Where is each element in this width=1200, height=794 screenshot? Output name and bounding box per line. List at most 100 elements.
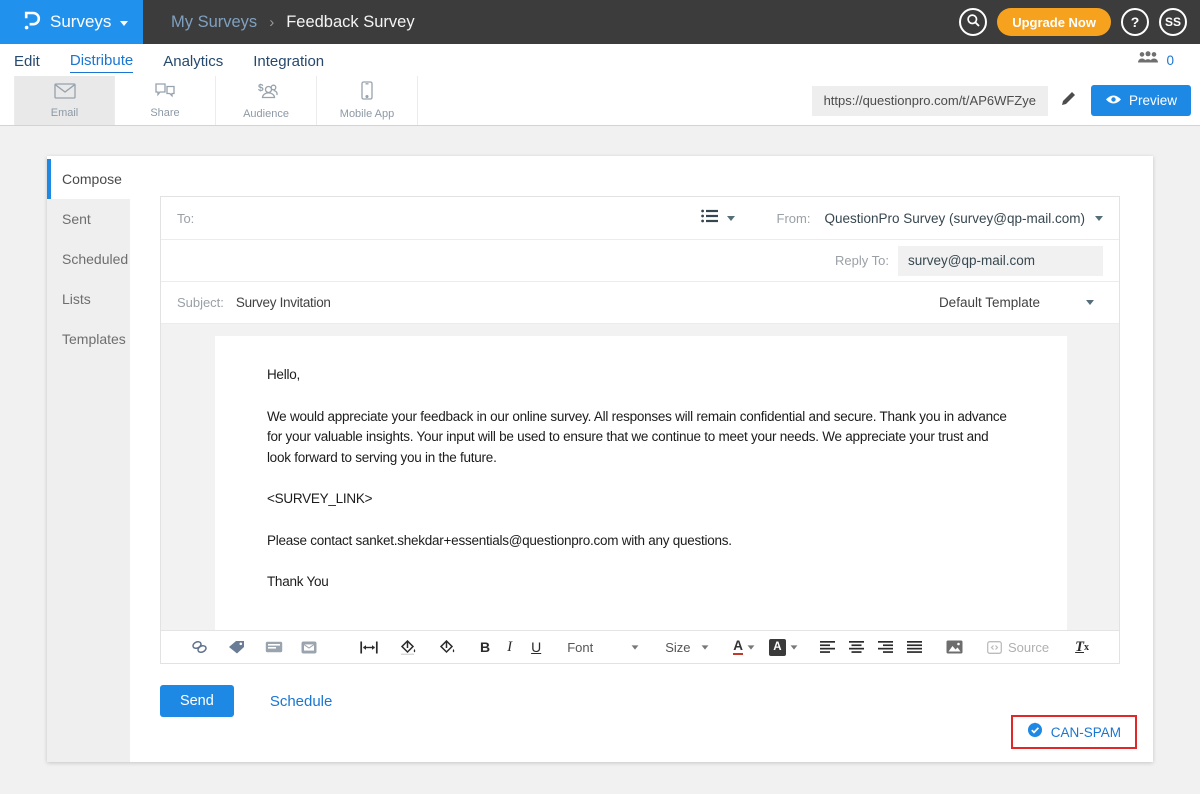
subject-input[interactable]: Survey Invitation xyxy=(236,295,331,310)
distribute-email-card: Compose Sent Scheduled Lists Templates T… xyxy=(47,156,1153,762)
edit-url-button[interactable] xyxy=(1060,90,1077,112)
send-actions-row: Send Schedule xyxy=(159,685,1120,717)
from-selector[interactable]: QuestionPro Survey (survey@qp-mail.com) xyxy=(824,211,1103,226)
source-label: Source xyxy=(1007,639,1050,655)
channel-email[interactable]: Email xyxy=(14,76,115,125)
remove-format-button[interactable]: Tx xyxy=(1075,639,1089,656)
align-right-icon xyxy=(877,641,893,653)
bulleted-list-icon xyxy=(700,209,718,228)
email-compose-panel: To: From: QuestionPro Survey (survey@qp-… xyxy=(159,196,1120,664)
compose-sidebar: Compose Sent Scheduled Lists Templates xyxy=(47,156,130,762)
insert-image-button[interactable] xyxy=(946,640,963,654)
font-family-dropdown[interactable]: Font xyxy=(567,640,639,655)
envelope-square-icon xyxy=(301,641,317,654)
underline-button[interactable]: U xyxy=(531,639,541,655)
email-paragraph: We would appreciate your feedback in our… xyxy=(266,408,1007,465)
email-paragraph: <SURVEY_LINK> xyxy=(266,491,373,506)
collaborators-button[interactable]: 0 xyxy=(1137,51,1174,69)
remove-format-x: x xyxy=(1084,641,1089,653)
text-color-icon: A xyxy=(733,638,743,655)
sidebar-item-scheduled[interactable]: Scheduled xyxy=(47,239,130,279)
text-color-button[interactable]: A xyxy=(733,639,755,655)
align-left-button[interactable] xyxy=(819,641,835,653)
people-icon xyxy=(1137,51,1159,69)
product-switcher[interactable]: Surveys xyxy=(0,0,143,44)
align-center-button[interactable] xyxy=(848,641,864,653)
channel-label: Mobile App xyxy=(339,108,395,120)
paint-bucket-icon xyxy=(439,640,456,654)
product-label: Surveys xyxy=(50,12,112,31)
link-icon xyxy=(191,640,208,654)
reply-to-row: Reply To: survey@qp-mail.com xyxy=(160,240,1119,282)
preview-button[interactable]: Preview xyxy=(1090,85,1191,116)
avatar[interactable]: SS xyxy=(1159,8,1187,36)
audience-dollar-people-icon: $ xyxy=(255,82,278,105)
fill-color-button[interactable] xyxy=(439,640,456,654)
recipient-list-selector[interactable] xyxy=(700,209,735,228)
survey-url-field[interactable]: https://questionpro.com/t/AP6WFZye xyxy=(811,85,1048,116)
font-dropdown-label: Font xyxy=(567,639,594,655)
sidebar-item-label: Lists xyxy=(62,291,91,307)
align-justify-button[interactable] xyxy=(906,641,922,653)
fixed-width-button[interactable] xyxy=(360,641,378,654)
badge-check-icon xyxy=(1027,721,1043,743)
preview-label: Preview xyxy=(1128,93,1177,108)
channel-label: Share xyxy=(150,107,180,119)
question-mark-icon: ? xyxy=(1130,14,1140,30)
email-paragraph: Thank You xyxy=(266,574,329,589)
sidebar-item-sent[interactable]: Sent xyxy=(47,199,130,239)
tab-integration[interactable]: Integration xyxy=(253,48,324,73)
background-color-button[interactable]: A xyxy=(768,638,798,656)
to-label: To: xyxy=(176,210,195,226)
email-body-editor[interactable]: Hello, We would appreciate your feedback… xyxy=(214,336,1067,630)
size-dropdown-label: Size xyxy=(665,639,691,655)
schedule-link[interactable]: Schedule xyxy=(270,693,333,710)
chevron-down-icon xyxy=(120,20,129,26)
source-button[interactable]: Source xyxy=(986,639,1050,655)
email-paragraph: Hello, xyxy=(266,367,300,382)
template-selector[interactable]: Default Template xyxy=(939,295,1094,310)
distribute-channel-toolbar: Email Share $ Audience Mobile App https:… xyxy=(0,76,1200,126)
sidebar-item-templates[interactable]: Templates xyxy=(47,319,130,359)
sidebar-item-label: Compose xyxy=(62,171,122,187)
send-button[interactable]: Send xyxy=(159,685,234,717)
italic-button[interactable]: I xyxy=(507,639,512,656)
canspam-row: CAN-SPAM xyxy=(160,715,1137,751)
insert-link-button[interactable] xyxy=(191,640,208,654)
font-size-dropdown[interactable]: Size xyxy=(665,640,709,655)
tab-distribute[interactable]: Distribute xyxy=(69,47,134,73)
chevron-down-icon xyxy=(701,644,709,650)
email-template-button[interactable] xyxy=(301,641,317,654)
reply-to-input[interactable]: survey@qp-mail.com xyxy=(898,245,1103,276)
keyboard-button[interactable] xyxy=(265,641,283,653)
channel-share[interactable]: Share xyxy=(115,76,216,125)
speech-bubbles-icon xyxy=(154,82,176,104)
search-button[interactable] xyxy=(959,8,988,36)
sidebar-items-group: Sent Scheduled Lists Templates xyxy=(47,199,130,762)
sidebar-item-compose[interactable]: Compose xyxy=(47,159,130,199)
sidebar-item-lists[interactable]: Lists xyxy=(47,279,130,319)
tab-edit[interactable]: Edit xyxy=(14,48,40,73)
align-right-button[interactable] xyxy=(877,641,893,653)
chevron-down-icon xyxy=(726,215,735,221)
sidebar-item-label: Scheduled xyxy=(62,251,129,267)
template-value: Default Template xyxy=(938,295,1040,310)
channel-audience[interactable]: $ Audience xyxy=(216,76,317,125)
highlight-color-button[interactable] xyxy=(400,639,417,655)
can-spam-link[interactable]: CAN-SPAM xyxy=(1010,715,1137,749)
paint-bucket-icon xyxy=(400,639,417,655)
tab-analytics[interactable]: Analytics xyxy=(163,48,223,73)
help-button[interactable]: ? xyxy=(1121,8,1149,36)
breadcrumb-current-survey: Feedback Survey xyxy=(286,12,415,31)
sidebar-item-label: Templates xyxy=(62,331,126,347)
to-input[interactable] xyxy=(194,197,700,239)
subject-row: Subject: Survey Invitation Default Templ… xyxy=(160,282,1119,324)
rich-text-toolbar: B I U Font Size A A Source T x xyxy=(160,630,1119,663)
channel-mobile-app[interactable]: Mobile App xyxy=(317,76,418,125)
breadcrumb-my-surveys[interactable]: My Surveys xyxy=(171,13,257,32)
insert-tag-button[interactable] xyxy=(228,640,245,654)
reply-to-label: Reply To: xyxy=(835,253,889,268)
upgrade-now-button[interactable]: Upgrade Now xyxy=(997,8,1111,36)
bold-button[interactable]: B xyxy=(480,639,490,655)
